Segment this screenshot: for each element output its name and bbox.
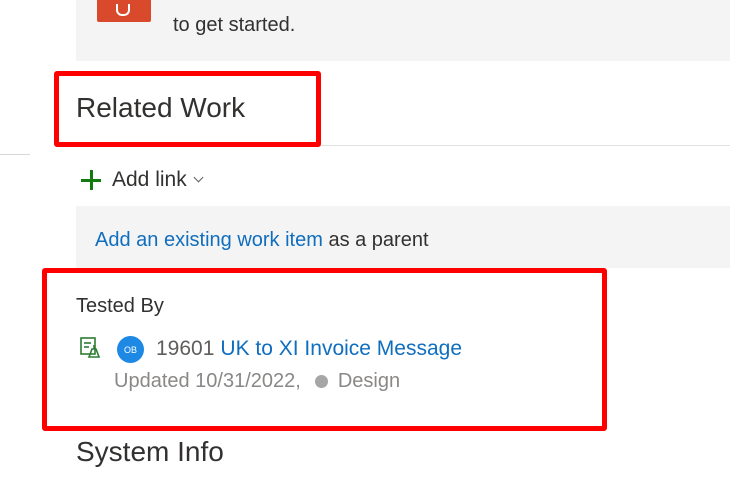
highlight-box: [54, 71, 321, 147]
add-link-button[interactable]: Add link: [80, 166, 204, 194]
parent-prompt: Add an existing work item as a parent: [95, 229, 429, 252]
chevron-down-icon[interactable]: [193, 172, 204, 182]
office-app-icon: [97, 0, 151, 22]
add-existing-work-item-link[interactable]: Add an existing work item: [95, 229, 323, 251]
add-link-label: Add link: [112, 168, 187, 191]
system-info-title: System Info: [76, 436, 224, 467]
highlight-box: [42, 268, 607, 431]
parent-prompt-suffix: as a parent: [322, 229, 429, 251]
plus-icon: [80, 169, 102, 191]
left-pane-divider: [0, 154, 30, 155]
banner-text: to get started.: [173, 14, 296, 36]
